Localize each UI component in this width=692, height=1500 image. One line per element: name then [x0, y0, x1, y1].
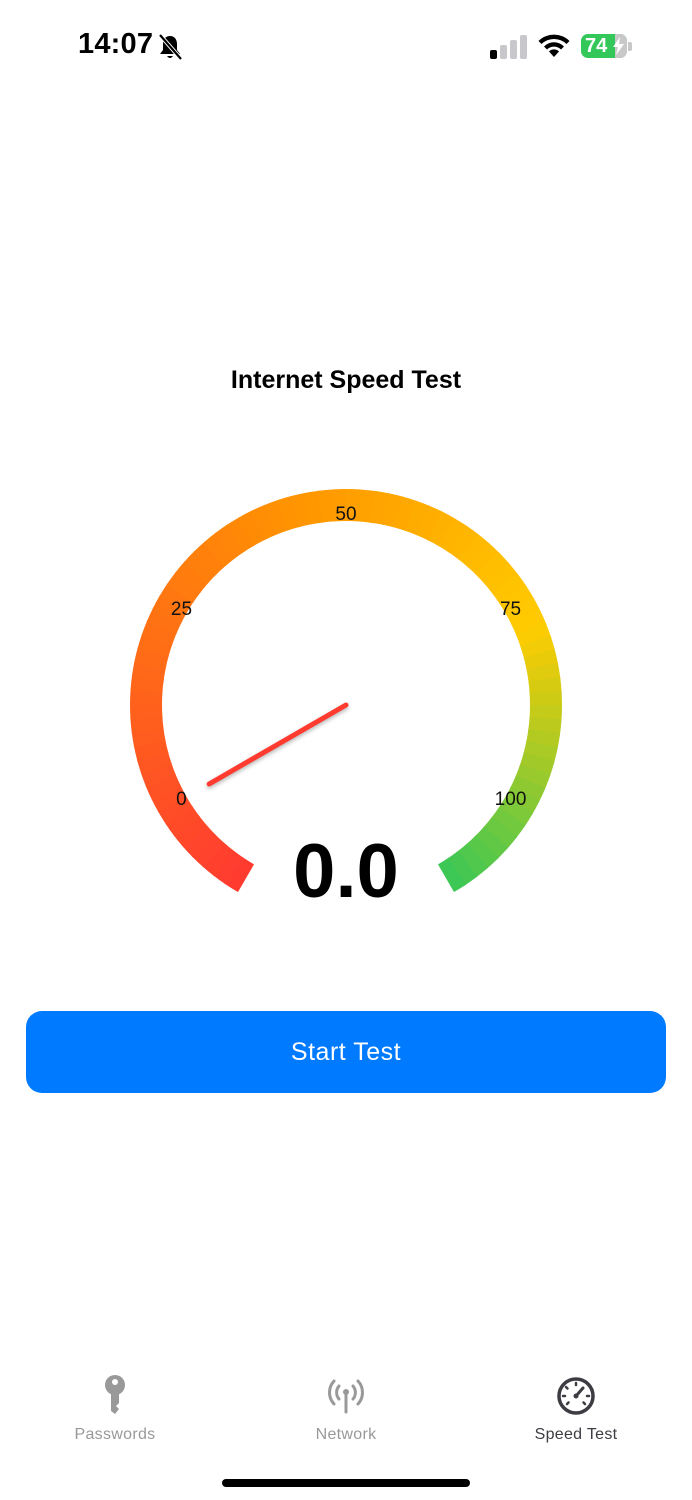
gauge-arc-segment: [381, 493, 405, 528]
gauge-arc-segment: [510, 609, 547, 637]
tab-passwords[interactable]: Passwords: [30, 1360, 200, 1450]
speedometer-icon: [557, 1377, 595, 1415]
gauge-tick-label-25: 25: [170, 599, 193, 620]
gauge-arc-segment: [484, 562, 519, 595]
gauge-arc-segment: [174, 560, 210, 594]
gauge-arc-segment: [519, 752, 555, 777]
gauge-arc-segment: [183, 550, 218, 584]
gauge-arc-segment: [369, 490, 391, 525]
gauge-arc-segment: [515, 764, 551, 790]
gauge-arc-segment: [130, 714, 164, 734]
antenna-icon: [328, 1379, 364, 1414]
gauge-arc-segment: [136, 750, 172, 775]
bell-slash-icon: [158, 33, 183, 61]
gauge-arc-segment: [476, 552, 510, 586]
gauge-tick-label-50: 50: [335, 504, 357, 525]
start-test-button[interactable]: Start Test: [26, 1011, 666, 1093]
gauge-arc-segment: [203, 532, 236, 567]
gauge-arc-segment: [526, 728, 561, 750]
gauge-arc-segment: [357, 489, 377, 523]
gauge-arc-segment: [131, 726, 166, 748]
gauge-arc-segment: [427, 511, 456, 547]
gauge-arc-segment: [526, 662, 561, 684]
gauge-arc-segment: [490, 807, 526, 839]
gauge-arc: [130, 489, 562, 893]
gauge-needle: [206, 702, 349, 787]
home-indicator: [222, 1479, 470, 1487]
gauge-arc-segment: [437, 517, 468, 554]
cellular-signal-icon: [490, 35, 527, 59]
gauge-arc-segment: [523, 649, 559, 672]
gauge-arc-segment: [151, 784, 187, 813]
gauge-arc-segment: [491, 573, 527, 605]
gauge-arc-segment: [520, 635, 556, 660]
tab-passwords-label: Passwords: [74, 1426, 156, 1443]
gauge-arc-segment: [133, 738, 169, 761]
gauge-arc-segment: [467, 542, 501, 577]
tab-bar: Passwords Network Speed Test: [0, 1360, 692, 1460]
gauge-arc-segment: [134, 646, 169, 670]
speed-gauge: 0.0 0 25 50 75 100: [0, 440, 692, 960]
gauge-arc-segment: [405, 500, 431, 536]
gauge-arc-segment: [457, 533, 491, 569]
gauge-arc-segment: [165, 805, 201, 837]
gauge-arc-segment: [250, 504, 278, 541]
gauge-arc-segment: [146, 607, 182, 635]
gauge-arc-segment: [141, 620, 177, 646]
gauge-arc-segment: [214, 524, 246, 560]
gauge-arc-segment: [393, 496, 418, 532]
gauge-arc-segment: [193, 541, 227, 575]
gauge-arc-segment: [416, 505, 444, 541]
gauge-arc-segment: [263, 499, 289, 536]
gauge-arc-segment: [523, 740, 558, 764]
gauge-arc-segment: [317, 489, 337, 523]
battery-cap: [628, 42, 632, 51]
gauge-arc-segment: [303, 490, 325, 525]
gauge-arc-segment: [290, 492, 313, 528]
page-title: Internet Speed Test: [230, 366, 462, 394]
speed-value: 0.0: [293, 829, 399, 914]
tab-network[interactable]: Network: [261, 1360, 431, 1450]
gauge-arc-segment: [131, 660, 166, 682]
status-time: 14:07: [78, 28, 154, 60]
tab-network-label: Network: [315, 1426, 377, 1443]
status-bar: 14:07 74: [0, 0, 692, 90]
gauge-tick-label-100: 100: [494, 789, 527, 810]
gauge-arc-segment: [137, 633, 173, 658]
wifi-icon: [538, 34, 570, 57]
tab-speed-test[interactable]: Speed Test: [491, 1360, 661, 1450]
gauge-arc-segment: [515, 622, 552, 648]
gauge-arc-segment: [130, 688, 163, 706]
battery-charging-icon: 74: [581, 34, 627, 58]
battery-level: 74: [585, 35, 608, 57]
gauge-arc-segment: [528, 716, 562, 736]
key-icon: [105, 1375, 125, 1414]
gauge-arc-segment: [130, 674, 164, 694]
gauge-arc-segment: [166, 571, 202, 603]
gauge-arc-segment: [528, 676, 562, 696]
gauge-arc-segment: [529, 704, 562, 722]
gauge-arc-segment: [448, 525, 480, 561]
tab-speed-test-label: Speed Test: [534, 1426, 618, 1443]
gauge-arc-segment: [225, 516, 256, 553]
gauge-arc-segment: [238, 510, 267, 546]
gauge-arc-segment: [276, 495, 301, 531]
gauge-arc-segment: [140, 762, 177, 788]
gauge-tick-label-0: 0: [176, 789, 187, 810]
gauge-arc-segment: [145, 773, 182, 801]
gauge-tick-label-75: 75: [499, 599, 522, 620]
